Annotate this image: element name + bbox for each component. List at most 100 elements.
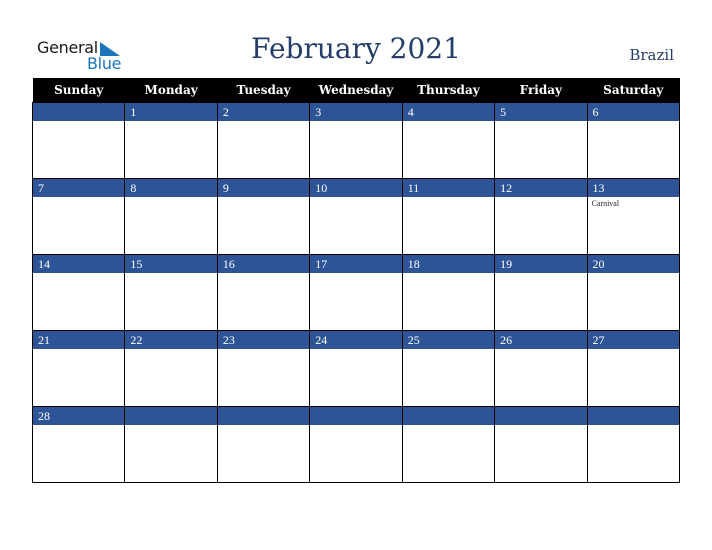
country-label: Brazil <box>629 46 674 64</box>
day-number <box>587 407 679 425</box>
day-number: 10 <box>310 179 402 197</box>
holiday-label <box>310 273 401 277</box>
holiday-label <box>125 425 216 429</box>
day-number <box>125 407 217 425</box>
day-number: 18 <box>402 255 495 273</box>
day-cell[interactable] <box>216 406 311 483</box>
day-number: 8 <box>125 179 217 197</box>
day-number: 3 <box>310 103 402 121</box>
day-number: 5 <box>495 103 587 121</box>
holiday-label <box>310 197 401 201</box>
day-number <box>217 407 310 425</box>
holiday-label <box>403 349 494 353</box>
day-cell[interactable]: 23 <box>216 330 311 407</box>
day-number <box>310 407 402 425</box>
holiday-label <box>125 273 216 277</box>
holiday-label <box>310 121 401 125</box>
day-cell[interactable]: 3 <box>309 102 403 179</box>
day-number: 21 <box>33 331 125 349</box>
holiday-label <box>125 349 216 353</box>
day-cell[interactable]: 13 Carnival <box>586 178 681 255</box>
day-cell[interactable]: 7 <box>31 178 126 255</box>
day-cell[interactable] <box>494 406 588 483</box>
day-cell[interactable]: 22 <box>124 330 218 407</box>
day-number: 13 <box>587 179 679 197</box>
holiday-label <box>495 425 586 429</box>
day-cell[interactable]: 27 <box>586 330 681 407</box>
day-cell[interactable]: 26 <box>494 330 588 407</box>
day-cell[interactable]: 16 <box>216 254 311 331</box>
day-cell[interactable]: 5 <box>494 102 588 179</box>
holiday-label <box>403 121 494 125</box>
day-number: 2 <box>217 103 310 121</box>
holiday-label <box>218 425 309 429</box>
day-cell[interactable]: 12 <box>494 178 588 255</box>
holiday-label <box>218 197 309 201</box>
day-cell[interactable]: 9 <box>216 178 311 255</box>
holiday-label <box>33 349 124 353</box>
day-cell[interactable] <box>586 406 681 483</box>
holiday-label <box>588 425 679 429</box>
holiday-label <box>588 121 679 125</box>
weekday-friday: Friday <box>494 78 588 103</box>
day-cell[interactable] <box>309 406 403 483</box>
holiday-label <box>310 425 401 429</box>
week-row: 7 8 9 10 11 12 13 Carnival <box>31 178 681 255</box>
day-number <box>402 407 495 425</box>
day-cell[interactable]: 2 <box>216 102 311 179</box>
day-cell[interactable]: 4 <box>401 102 496 179</box>
day-cell[interactable] <box>31 102 126 179</box>
day-cell[interactable]: 8 <box>124 178 218 255</box>
day-cell[interactable] <box>124 406 218 483</box>
day-number: 28 <box>33 407 125 425</box>
day-number: 4 <box>402 103 495 121</box>
day-number: 23 <box>217 331 310 349</box>
day-number: 11 <box>402 179 495 197</box>
holiday-label <box>310 349 401 353</box>
holiday-label <box>495 197 586 201</box>
holiday-label <box>125 121 216 125</box>
day-cell[interactable]: 25 <box>401 330 496 407</box>
day-cell[interactable]: 24 <box>309 330 403 407</box>
day-cell[interactable]: 11 <box>401 178 496 255</box>
day-number: 16 <box>217 255 310 273</box>
day-number: 15 <box>125 255 217 273</box>
holiday-label <box>33 197 124 201</box>
holiday-label <box>33 121 124 125</box>
day-cell[interactable]: 6 <box>586 102 681 179</box>
day-number: 7 <box>33 179 125 197</box>
weekday-header-row: Sunday Monday Tuesday Wednesday Thursday Frid… <box>32 78 680 103</box>
day-cell[interactable]: 1 <box>124 102 218 179</box>
holiday-label <box>403 197 494 201</box>
holiday-label <box>33 425 124 429</box>
day-cell[interactable]: 28 <box>31 406 126 483</box>
day-cell[interactable]: 17 <box>309 254 403 331</box>
holiday-label <box>495 273 586 277</box>
holiday-label <box>33 273 124 277</box>
day-cell[interactable]: 15 <box>124 254 218 331</box>
day-number: 20 <box>587 255 679 273</box>
day-cell[interactable]: 20 <box>586 254 681 331</box>
holiday-label <box>403 425 494 429</box>
day-number <box>495 407 587 425</box>
day-number: 26 <box>495 331 587 349</box>
day-cell[interactable]: 19 <box>494 254 588 331</box>
day-cell[interactable]: 18 <box>401 254 496 331</box>
week-row: 21 22 23 24 25 26 27 <box>31 330 681 407</box>
day-cell[interactable]: 10 <box>309 178 403 255</box>
day-cell[interactable]: 14 <box>31 254 126 331</box>
day-number: 22 <box>125 331 217 349</box>
day-cell[interactable] <box>401 406 496 483</box>
holiday-label <box>495 121 586 125</box>
weekday-monday: Monday <box>124 78 218 103</box>
day-number: 27 <box>587 331 679 349</box>
day-number: 6 <box>587 103 679 121</box>
weekday-wednesday: Wednesday <box>309 78 403 103</box>
calendar-title: February 2021 <box>251 32 461 65</box>
day-number: 12 <box>495 179 587 197</box>
day-cell[interactable]: 21 <box>31 330 126 407</box>
day-number: 1 <box>125 103 217 121</box>
day-number: 19 <box>495 255 587 273</box>
day-number: 14 <box>33 255 125 273</box>
holiday-label <box>218 273 309 277</box>
